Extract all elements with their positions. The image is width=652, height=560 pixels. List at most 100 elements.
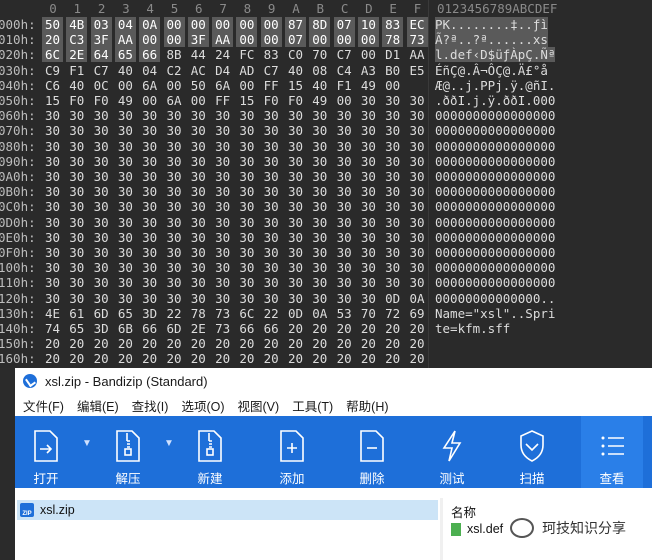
hex-byte[interactable]: 8D bbox=[309, 17, 331, 32]
hex-byte[interactable]: 6C bbox=[42, 47, 63, 63]
hex-row[interactable]: 000h: 50 4B 03 04 0A 00 00 00 00 00 87 8D 07 10 83 EC PK.… bbox=[0, 17, 652, 32]
hex-byte[interactable]: 30 bbox=[334, 260, 355, 275]
hex-byte[interactable]: 30 bbox=[188, 169, 209, 184]
hex-row[interactable]: 090h: 30 30 30 30 30 30 30 30 30 30 30 30 30 30 30 30 000… bbox=[0, 154, 652, 169]
ascii-text[interactable]: 0000000000000000 bbox=[435, 154, 555, 169]
hex-byte[interactable]: 00 bbox=[163, 17, 185, 32]
hex-byte[interactable]: 30 bbox=[164, 123, 185, 138]
hex-byte[interactable]: 30 bbox=[212, 184, 233, 199]
scan-button[interactable]: 扫描 bbox=[501, 416, 563, 488]
hex-byte[interactable]: 30 bbox=[382, 108, 403, 123]
hex-byte[interactable]: 70 bbox=[358, 306, 379, 321]
hex-byte[interactable]: 30 bbox=[139, 123, 160, 138]
hex-byte[interactable]: 30 bbox=[358, 139, 379, 154]
hex-byte[interactable]: 30 bbox=[358, 245, 379, 260]
hex-byte[interactable]: 30 bbox=[66, 230, 87, 245]
hex-byte[interactable]: 30 bbox=[334, 199, 355, 214]
hex-byte[interactable]: 30 bbox=[382, 93, 403, 108]
hex-byte[interactable]: 30 bbox=[42, 108, 63, 123]
hex-byte[interactable]: 30 bbox=[91, 230, 112, 245]
hex-byte[interactable]: 30 bbox=[236, 123, 257, 138]
hex-byte[interactable]: 30 bbox=[261, 169, 282, 184]
hex-byte[interactable]: 30 bbox=[309, 230, 330, 245]
hex-byte[interactable]: 30 bbox=[407, 123, 428, 138]
hex-byte[interactable]: 30 bbox=[164, 139, 185, 154]
hex-byte[interactable]: 30 bbox=[285, 139, 306, 154]
hex-byte[interactable]: 65 bbox=[66, 321, 87, 336]
hex-byte[interactable]: 20 bbox=[407, 336, 428, 351]
hex-byte[interactable]: 70 bbox=[309, 47, 330, 62]
list-item[interactable]: xsl.def bbox=[451, 522, 503, 536]
hex-byte[interactable]: 20 bbox=[66, 336, 87, 351]
hex-byte[interactable]: 00 bbox=[260, 32, 282, 48]
hex-byte[interactable]: 30 bbox=[91, 154, 112, 169]
hex-byte[interactable]: 00 bbox=[382, 78, 403, 93]
hex-byte[interactable]: 30 bbox=[285, 199, 306, 214]
hex-byte[interactable]: 30 bbox=[91, 215, 112, 230]
hex-byte[interactable]: 30 bbox=[66, 199, 87, 214]
hex-byte[interactable]: 30 bbox=[188, 215, 209, 230]
hex-byte[interactable]: 07 bbox=[285, 32, 306, 48]
hex-row[interactable]: 060h: 30 30 30 30 30 30 30 30 30 30 30 30 30 30 30 30 000… bbox=[0, 108, 652, 123]
hex-byte[interactable]: 22 bbox=[261, 306, 282, 321]
hex-byte[interactable]: 50 bbox=[42, 17, 63, 32]
hex-byte[interactable]: 20 bbox=[358, 351, 379, 366]
hex-byte[interactable]: 30 bbox=[358, 169, 379, 184]
hex-byte[interactable]: 20 bbox=[66, 351, 87, 366]
hex-byte[interactable]: 20 bbox=[42, 32, 63, 48]
hex-byte[interactable]: 20 bbox=[285, 351, 306, 366]
hex-byte[interactable]: 66 bbox=[139, 47, 161, 63]
hex-byte[interactable]: F0 bbox=[285, 93, 306, 108]
hex-byte[interactable]: 6D bbox=[91, 306, 112, 321]
hex-byte[interactable]: 30 bbox=[212, 230, 233, 245]
hex-byte[interactable]: 30 bbox=[188, 184, 209, 199]
menu-edit[interactable]: 编辑(E) bbox=[77, 396, 119, 415]
hex-byte[interactable]: 30 bbox=[261, 245, 282, 260]
hex-byte[interactable]: 30 bbox=[382, 275, 403, 290]
ascii-text[interactable]: Ã?ª..?ª......xs bbox=[435, 32, 548, 48]
hex-byte[interactable]: 40 bbox=[285, 63, 306, 78]
hex-byte[interactable]: 00 bbox=[115, 78, 136, 93]
hex-byte[interactable]: AA bbox=[407, 47, 428, 62]
hex-byte[interactable]: 30 bbox=[261, 260, 282, 275]
ascii-text[interactable]: 00000000000000.. bbox=[435, 291, 555, 306]
hex-byte[interactable]: FC bbox=[236, 47, 257, 62]
hex-byte[interactable]: 04 bbox=[139, 63, 160, 78]
ascii-text[interactable]: Æ@..j.PPj.ÿ.@ñI. bbox=[435, 78, 555, 93]
hex-byte[interactable]: 30 bbox=[382, 139, 403, 154]
hex-byte[interactable]: 20 bbox=[334, 321, 355, 336]
hex-byte[interactable]: 30 bbox=[188, 230, 209, 245]
hex-byte[interactable]: 30 bbox=[309, 169, 330, 184]
hex-byte[interactable]: A3 bbox=[358, 63, 379, 78]
hex-byte[interactable]: 20 bbox=[236, 336, 257, 351]
hex-byte[interactable]: 44 bbox=[188, 47, 209, 62]
hex-byte[interactable]: 30 bbox=[42, 275, 63, 290]
hex-byte[interactable]: 30 bbox=[334, 230, 355, 245]
hex-byte[interactable]: 30 bbox=[407, 154, 428, 169]
hex-byte[interactable]: 30 bbox=[42, 260, 63, 275]
hex-byte[interactable]: 30 bbox=[407, 230, 428, 245]
hex-byte[interactable]: 30 bbox=[261, 199, 282, 214]
hex-byte[interactable]: 20 bbox=[236, 351, 257, 366]
hex-byte[interactable]: 30 bbox=[164, 230, 185, 245]
hex-byte[interactable]: 30 bbox=[212, 275, 233, 290]
hex-byte[interactable]: 30 bbox=[164, 275, 185, 290]
hex-byte[interactable]: 30 bbox=[212, 199, 233, 214]
hex-byte[interactable]: 30 bbox=[212, 245, 233, 260]
hex-byte[interactable]: 30 bbox=[164, 108, 185, 123]
hex-byte[interactable]: 83 bbox=[261, 47, 282, 62]
hex-byte[interactable]: 30 bbox=[261, 184, 282, 199]
hex-byte[interactable]: 00 bbox=[139, 32, 161, 48]
hex-byte[interactable]: 73 bbox=[406, 32, 428, 48]
hex-byte[interactable]: 20 bbox=[382, 321, 403, 336]
hex-byte[interactable]: 30 bbox=[407, 275, 428, 290]
hex-byte[interactable]: 30 bbox=[261, 123, 282, 138]
hex-byte[interactable]: 30 bbox=[382, 260, 403, 275]
hex-byte[interactable]: 30 bbox=[115, 154, 136, 169]
hex-row[interactable]: 0A0h: 30 30 30 30 30 30 30 30 30 30 30 30 30 30 30 30 000… bbox=[0, 169, 652, 184]
ascii-text[interactable]: 0000000000000000 bbox=[435, 108, 555, 123]
hex-byte[interactable]: 20 bbox=[115, 336, 136, 351]
hex-byte[interactable]: 20 bbox=[115, 351, 136, 366]
hex-byte[interactable]: 72 bbox=[382, 306, 403, 321]
hex-byte[interactable]: 30 bbox=[42, 245, 63, 260]
